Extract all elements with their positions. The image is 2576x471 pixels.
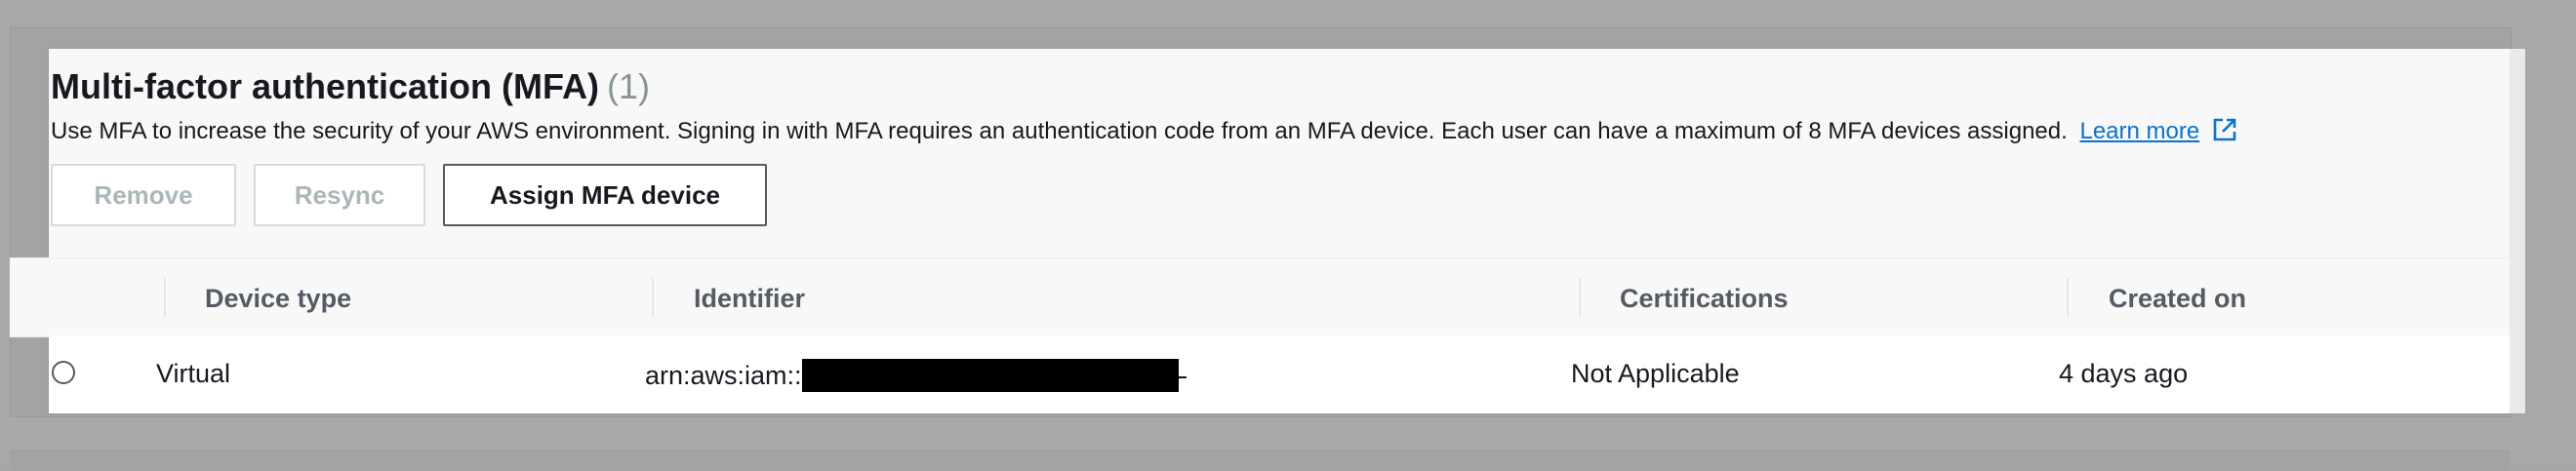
panel-description: Use MFA to increase the security of your… [51,117,2237,149]
panel-title: Multi-factor authentication (MFA) (1) [51,66,650,107]
panel-edge [2510,49,2525,413]
description-text: Use MFA to increase the security of your… [51,118,2068,144]
table-row[interactable]: Virtual arn:aws:iam:: Not Applicable 4 d… [49,335,2510,413]
cell-device-type: Virtual [156,359,231,388]
cell-identifier: arn:aws:iam:: [645,359,1187,392]
column-divider [164,278,166,317]
item-count: (1) [606,66,650,106]
learn-more-link[interactable]: Learn more [2079,118,2199,144]
assign-mfa-device-button[interactable]: Assign MFA device [443,164,767,226]
redacted-tail [1178,376,1187,378]
redacted-block [801,359,1179,392]
column-divider [2067,278,2069,317]
cell-created-on: 4 days ago [2059,359,2189,388]
remove-button[interactable]: Remove [51,164,236,226]
panel-title-text: Multi-factor authentication (MFA) [51,66,599,106]
table-header: Device type Identifier Certifications Cr… [10,257,2510,337]
resync-button[interactable]: Resync [254,164,425,226]
column-divider [652,278,654,317]
mfa-panel: Multi-factor authentication (MFA) (1) Use… [10,49,2525,413]
row-select-radio[interactable] [52,361,75,384]
column-certifications[interactable]: Certifications [1620,284,1789,314]
background-panel-next [10,451,2510,471]
cell-certifications: Not Applicable [1571,359,1740,388]
external-link-icon[interactable] [2212,117,2237,149]
identifier-prefix: arn:aws:iam:: [645,361,802,390]
column-created-on[interactable]: Created on [2109,284,2246,314]
panel-header: Multi-factor authentication (MFA) (1) [51,66,650,107]
column-device-type[interactable]: Device type [205,284,351,314]
mfa-devices-table: Device type Identifier Certifications Cr… [10,257,2510,413]
column-divider [1579,278,1581,317]
column-identifier[interactable]: Identifier [694,284,805,314]
